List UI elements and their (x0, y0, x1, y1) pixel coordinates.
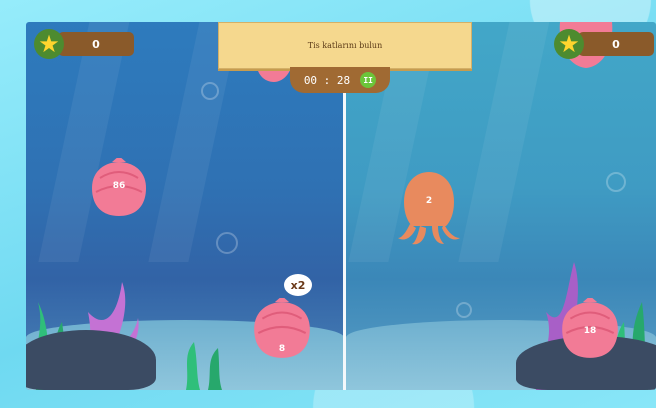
creature-number: 8 (278, 344, 286, 354)
score-value: 0 (612, 37, 620, 51)
timer-value: 00 : 28 (303, 73, 351, 87)
star-icon: ★ (558, 30, 580, 58)
creature-number: 86 (112, 181, 126, 191)
star-badge-right: ★ (554, 29, 584, 59)
score-box-left: 0 (58, 32, 134, 56)
score-box-right: 0 (578, 32, 654, 56)
star-icon: ★ (38, 30, 60, 58)
multiplier-badge: x2 (284, 274, 312, 296)
seaweed-left-small (186, 342, 222, 390)
bubble (201, 82, 219, 100)
instruction-banner: Tis katlarını bulun (218, 22, 472, 69)
right-player-panel: 2 18 (346, 22, 656, 390)
bubble (456, 302, 472, 318)
pause-button[interactable]: II (360, 72, 377, 88)
octopus-icon (398, 172, 460, 245)
instruction-text: Tis katlarını bulun (307, 41, 383, 50)
timer: 00 : 28 II (290, 67, 390, 93)
rock (26, 330, 156, 390)
pause-icon: II (363, 75, 373, 85)
shell-creature[interactable]: 86 (86, 156, 152, 220)
shell-creature[interactable]: 18 (556, 296, 624, 362)
bubble (606, 172, 626, 192)
octopus-creature[interactable]: 2 (396, 168, 462, 248)
creature-number: 18 (583, 326, 597, 336)
shell-creature[interactable]: 8 (248, 296, 316, 362)
light-ray (458, 22, 554, 262)
star-badge-left: ★ (34, 29, 64, 59)
bubble (216, 232, 238, 254)
multiplier-text: x2 (290, 278, 306, 292)
score-value: 0 (92, 37, 100, 51)
creature-number: 2 (425, 196, 433, 206)
